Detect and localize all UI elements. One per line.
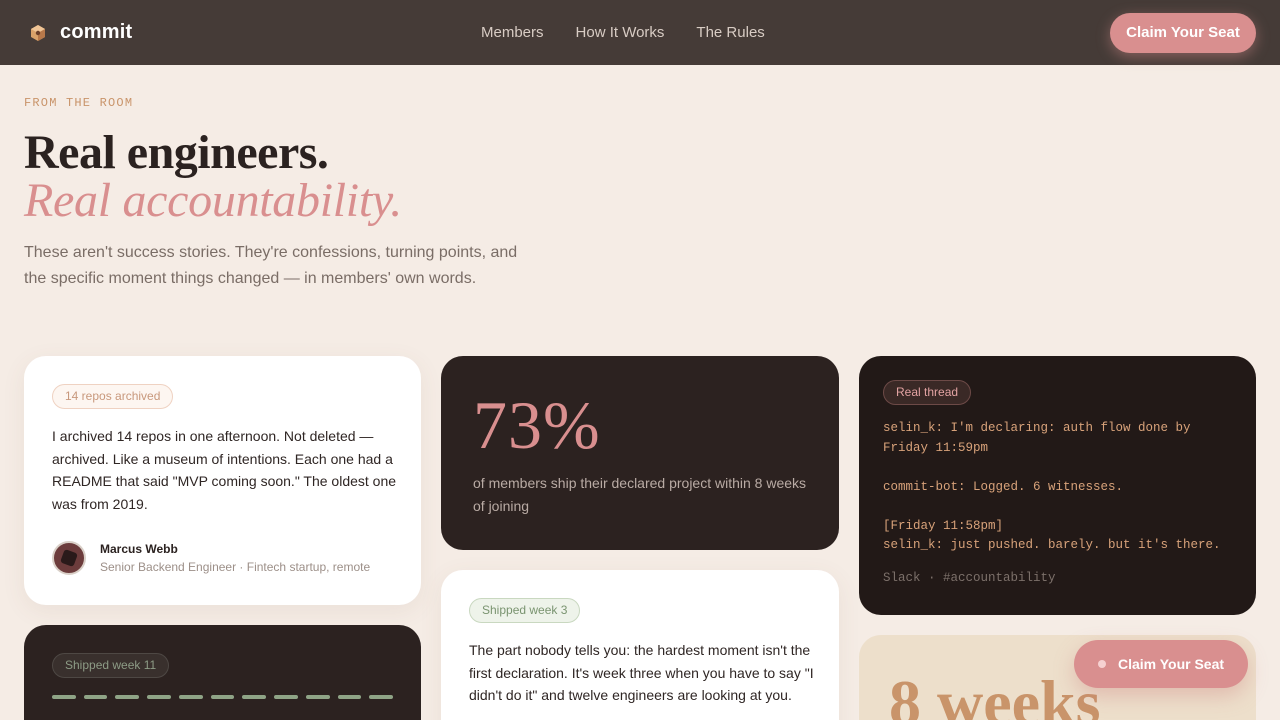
thread-card: Real thread selin_k: I'm declaring: auth… [859,356,1256,615]
progress-segment [337,695,362,699]
page-title-accent: Real accountability. [24,174,402,227]
nav-link-the-rules[interactable]: The Rules [696,24,764,41]
stat-description: of members ship their declared project w… [473,475,807,514]
progress-segment [242,695,267,699]
card-tag: Real thread [883,380,972,405]
thread-messages: selin_k: I'm declaring: auth flow done b… [883,419,1232,556]
progress-segment [178,695,203,699]
section-eyebrow: FROM THE ROOM [24,96,134,110]
testimonial-card-week3: Shipped week 3 The part nobody tells you… [441,570,839,720]
nav-link-members[interactable]: Members [481,24,544,41]
nav-links: Members How It Works The Rules [481,0,765,65]
hero: FROM THE ROOM Real engineers. Real accou… [24,96,584,292]
progress-segment [83,695,108,699]
floating-claim-seat-button[interactable]: Claim Your Seat [1074,640,1248,688]
testimonial-quote: The part nobody tells you: the hardest m… [469,642,814,703]
thread-line: commit-bot: Logged. 6 witnesses. [883,479,1124,494]
brand-name: commit [60,21,133,43]
stat-card: 73% of members ship their declared proje… [441,356,839,550]
claim-seat-button[interactable]: Claim Your Seat [1110,12,1256,53]
avatar [52,541,86,575]
stat-value: 73% [473,387,601,463]
testimonial-card-archived: 14 repos archived I archived 14 repos in… [24,356,421,605]
testimonial-author: Marcus Webb Senior Backend Engineer · Fi… [52,541,393,575]
hero-description: These aren't success stories. They're co… [24,244,518,287]
progress-segment [210,695,235,699]
cube-logo-icon [28,23,48,43]
thread-line: selin_k: just pushed. barely. but it's t… [883,538,1221,552]
thread-line: [Friday 11:58pm] [883,518,1004,533]
progress-segment [305,695,330,699]
card-tag: Shipped week 3 [469,598,581,623]
testimonial-card-week11: Shipped week 11 [24,625,421,720]
progress-segment [52,695,76,699]
dot-icon [1097,660,1106,668]
nav-link-how-it-works[interactable]: How It Works [576,24,665,41]
card-tag: Shipped week 11 [52,653,170,678]
floating-cta-label: Claim Your Seat [1117,656,1225,672]
progress-dashes [52,695,394,699]
top-nav: commit Members How It Works The Rules Cl… [0,0,1280,65]
progress-segment [115,695,140,699]
author-name: Marcus Webb [100,542,178,556]
thread-line: selin_k: I'm declaring: auth flow done b… [883,421,1199,455]
progress-segment [369,695,394,699]
thread-source: Slack · #accountability [883,570,1056,585]
thread-line: ​ [883,497,1232,517]
testimonial-quote: I archived 14 repos in one afternoon. No… [52,428,397,512]
brand-logo[interactable]: commit [28,21,132,44]
thread-line: ​ [883,458,1232,478]
progress-segment [274,695,298,699]
progress-segment [147,695,171,699]
card-tag: 14 repos archived [52,384,174,409]
author-role: Senior Backend Engineer · Fintech startu… [100,560,371,574]
page-title: Real engineers. [24,126,329,179]
